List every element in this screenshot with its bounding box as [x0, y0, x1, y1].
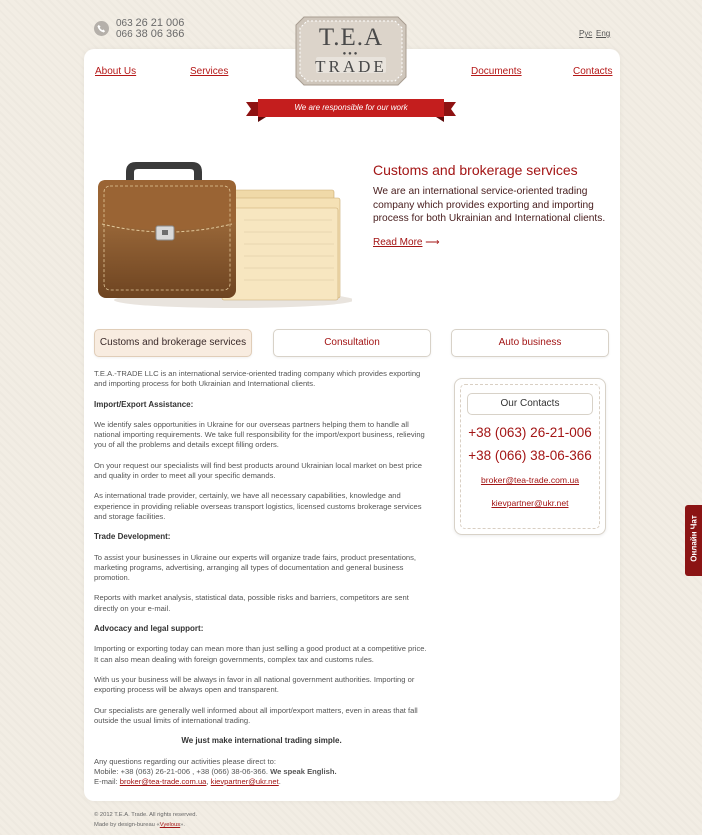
tab-consultation[interactable]: Consultation: [273, 329, 431, 357]
read-more-link[interactable]: Read More ⟶: [373, 237, 440, 248]
phone2-prefix: 066: [116, 29, 133, 40]
nav-services-link[interactable]: Services: [190, 66, 228, 77]
contact-email-kievpartner[interactable]: kievpartner@ukr.net: [455, 498, 605, 508]
nav-documents-link[interactable]: Documents: [471, 66, 522, 77]
paragraph: Importing or exporting today can mean mo…: [94, 644, 427, 664]
lang-ru-link[interactable]: Рус: [579, 29, 592, 38]
read-more-label: Read More: [373, 237, 423, 248]
paragraph: As international trade provider, certain…: [94, 491, 422, 521]
mobile-numbers: Mobile: +38 (063) 26-21-006 , +38 (066) …: [94, 766, 268, 776]
contact-email-broker[interactable]: broker@tea-trade.com.ua: [455, 475, 605, 485]
contact-phone2: +38 (066) 38-06-366: [468, 448, 592, 463]
heading-import-export: Import/Export Assistance:: [94, 399, 194, 409]
made-by-end: ».: [180, 822, 186, 828]
ribbon-text: We are responsible for our work: [294, 103, 408, 112]
paragraph: On your request our specialists will fin…: [94, 460, 422, 480]
made-by: Made by design-bureau «Vyelous».: [94, 820, 197, 830]
online-chat-label: Онлайн Чат: [689, 515, 699, 562]
comma: ,: [206, 776, 209, 786]
heading-advocacy: Advocacy and legal support:: [94, 623, 204, 633]
logo[interactable]: T.E.A ●●● TRADE: [294, 15, 408, 87]
made-by-text: Made by design-bureau «: [94, 822, 160, 828]
contact-phone1: +38 (063) 26-21-006: [468, 425, 592, 440]
nav-contacts-link[interactable]: Contacts: [573, 66, 612, 77]
paragraph: Our specialists are generally well infor…: [94, 705, 418, 725]
email-link-broker[interactable]: broker@tea-trade.com.ua: [120, 777, 207, 786]
tab-customs[interactable]: Customs and brokerage services: [94, 329, 252, 357]
paragraph: Reports with market analysis, statistica…: [94, 593, 409, 613]
contacts-box: Our Contacts +38 (063) 26-21-006 +38 (06…: [454, 378, 606, 535]
slogan-ribbon: We are responsible for our work: [246, 99, 456, 125]
paragraph: With us your business will be always in …: [94, 674, 415, 695]
contacts-title: Our Contacts: [467, 393, 593, 415]
arrow-right-icon: ⟶: [425, 237, 440, 248]
nav-about-link[interactable]: About Us: [95, 66, 136, 77]
lang-en-link[interactable]: Eng: [596, 29, 610, 38]
email-label: E-mail:: [94, 776, 118, 786]
logo-line1: T.E.A: [318, 24, 384, 51]
hero-description: We are an international service-oriented…: [373, 186, 606, 224]
intro-paragraph: T.E.A.-TRADE LLC is an international ser…: [94, 369, 421, 389]
logo-line2: TRADE: [315, 57, 387, 76]
mobile-line: Mobile: +38 (063) 26-21-006 , +38 (066) …: [94, 767, 429, 777]
slogan-text: We just make international trading simpl…: [181, 736, 342, 746]
heading-trade-development: Trade Development:: [94, 532, 171, 542]
main-article: T.E.A.-TRADE LLC is an international ser…: [94, 369, 429, 787]
studio-link[interactable]: Vyelous: [160, 822, 180, 828]
phone-icon: [94, 21, 109, 36]
hero-title: Customs and brokerage services: [373, 162, 578, 178]
paragraph: We identify sales opportunities in Ukrai…: [94, 419, 425, 450]
phone1-prefix: 063: [116, 18, 133, 29]
speak-english: We speak English.: [270, 766, 337, 776]
footer: © 2012 T.E.A. Trade. All rights reserved…: [94, 810, 197, 830]
copyright: © 2012 T.E.A. Trade. All rights reserved…: [94, 812, 198, 818]
header-phones: 063 26 21 006 066 38 06 366: [116, 18, 185, 41]
questions-line: Any questions regarding our activities p…: [94, 756, 276, 766]
phone2-number: 38 06 366: [135, 28, 185, 40]
email-line: E-mail: broker@tea-trade.com.ua, kievpar…: [94, 777, 429, 787]
paragraph: To assist your businesses in Ukraine our…: [94, 552, 417, 582]
tab-auto-business[interactable]: Auto business: [451, 329, 609, 357]
briefcase-illustration: [94, 160, 354, 310]
email-link-kievpartner[interactable]: kievpartner@ukr.net: [211, 777, 279, 786]
period: .: [278, 776, 281, 786]
online-chat-tab[interactable]: Онлайн Чат: [685, 505, 702, 576]
